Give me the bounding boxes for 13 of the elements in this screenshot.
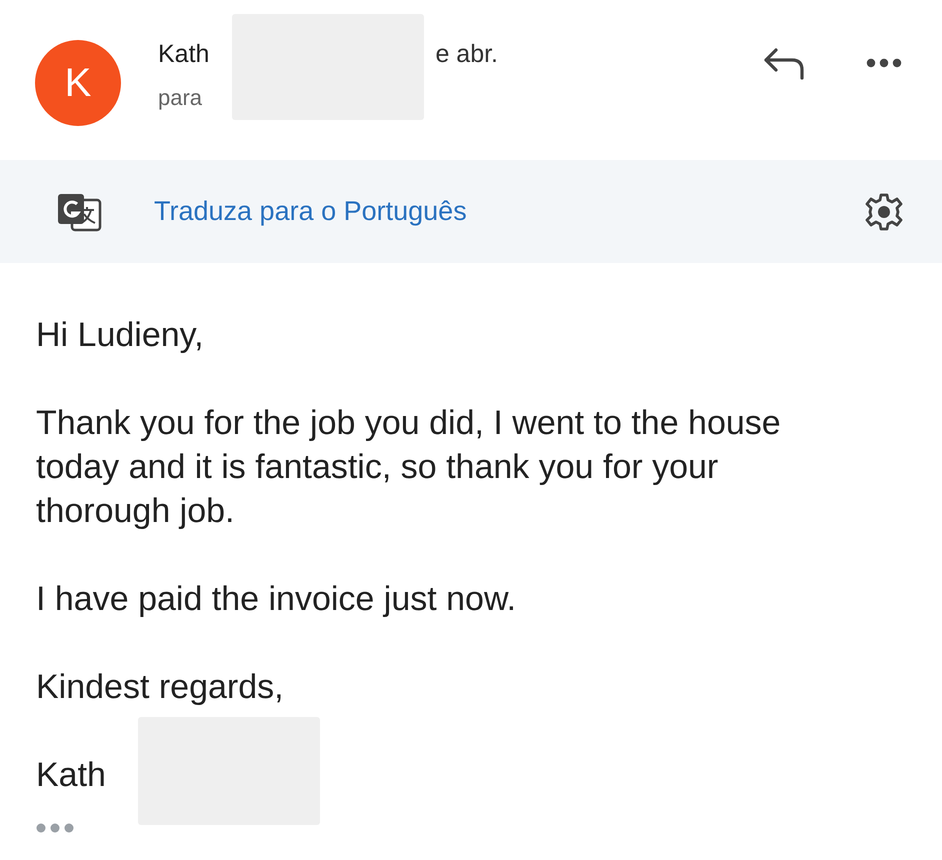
message-paragraph: I have paid the invoice just now. [36, 579, 518, 620]
signature-text: Kath [36, 755, 107, 796]
greeting-text: Hi Ludieny, [36, 315, 205, 356]
translate-icon [56, 192, 102, 232]
sender-name: Kath [158, 40, 210, 69]
reply-icon[interactable] [762, 46, 806, 82]
date-text: e abr. [435, 40, 498, 69]
message-paragraph: Kindest regards, [36, 667, 285, 708]
more-icon[interactable] [866, 58, 902, 68]
message-paragraph: Thank you for the job you did, I went to the house today and it is fantastic, so thank you for your thorough job. [36, 403, 782, 532]
recipient-label: para [158, 85, 202, 110]
sender-avatar[interactable]: K [35, 40, 121, 126]
settings-icon[interactable] [864, 192, 904, 232]
